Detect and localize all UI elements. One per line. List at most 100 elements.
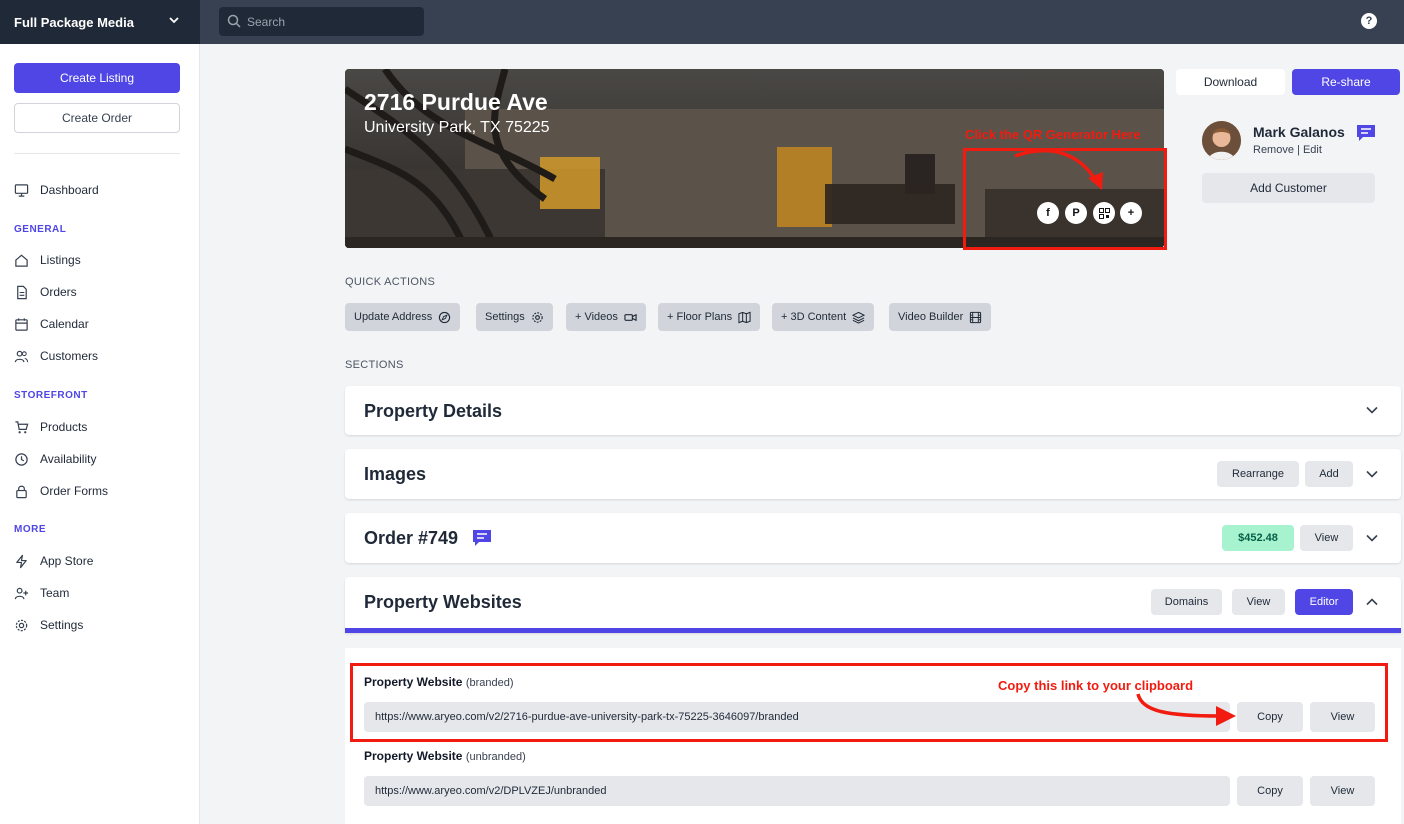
sidebar-item-label: Settings — [40, 618, 84, 632]
create-listing-button[interactable]: Create Listing — [14, 63, 180, 93]
sidebar-item-label: Team — [40, 586, 70, 600]
avatar — [1202, 121, 1241, 160]
lock-icon — [16, 485, 27, 498]
sidebar-item-orders[interactable]: Orders — [14, 282, 77, 302]
download-button[interactable]: Download — [1176, 69, 1285, 95]
sidebar-item-listings[interactable]: Listings — [14, 250, 81, 270]
users-icon — [14, 350, 29, 362]
sidebar-item-label: Customers — [40, 349, 99, 363]
sidebar-item-team[interactable]: Team — [14, 583, 69, 603]
order-price-badge: $452.48 — [1222, 525, 1294, 551]
gear-icon — [15, 619, 28, 631]
gear-icon — [532, 311, 543, 323]
add-floor-plans-button[interactable]: + Floor Plans — [658, 303, 761, 331]
qa-label: Update Address — [354, 311, 433, 323]
add-customer-button[interactable]: Add Customer — [1202, 173, 1375, 203]
unbranded-url-field[interactable]: https://www.aryeo.com/v2/DPLVZEJ/unbrand… — [364, 776, 1230, 806]
chevron-down-icon[interactable] — [1366, 534, 1378, 542]
nav-heading-general: GENERAL — [14, 224, 67, 235]
sidebar-divider — [14, 153, 180, 154]
section-title: Property Details — [364, 401, 503, 421]
quick-actions-heading: QUICK ACTIONS — [345, 276, 436, 288]
unbranded-tag: (unbranded) — [465, 751, 526, 763]
org-name: Full Package Media — [14, 14, 134, 30]
home-icon — [15, 254, 28, 267]
edit-customer-link[interactable]: Edit — [1303, 144, 1322, 156]
qa-label: + Videos — [575, 311, 618, 323]
add-3d-content-button[interactable]: + 3D Content — [772, 303, 875, 331]
search-placeholder: Search — [247, 14, 286, 29]
film-icon — [970, 311, 982, 323]
customer-name: Mark Galanos — [1253, 124, 1345, 140]
search-input[interactable]: Search — [219, 7, 424, 36]
user-plus-icon — [14, 587, 29, 599]
sidebar-item-label: App Store — [40, 554, 94, 568]
sidebar-item-availability[interactable]: Availability — [14, 449, 96, 469]
sidebar-item-calendar[interactable]: Calendar — [14, 314, 89, 334]
sidebar: Create Listing Create Order Dashboard GE… — [0, 44, 200, 824]
section-title: Images — [364, 464, 427, 484]
video-camera-icon — [624, 313, 637, 321]
cart-icon — [15, 420, 29, 433]
qa-label: + Floor Plans — [667, 311, 733, 323]
listing-address: 2716 Purdue Ave — [364, 89, 548, 115]
remove-customer-link[interactable]: Remove — [1253, 144, 1294, 156]
sections-heading: SECTIONS — [345, 359, 404, 371]
annotation-arrow-icon — [1014, 148, 1103, 190]
chevron-up-icon[interactable] — [1366, 598, 1378, 606]
compass-icon — [439, 311, 451, 323]
chevron-down-icon[interactable] — [1366, 406, 1378, 414]
sidebar-item-label: Products — [40, 420, 88, 434]
sidebar-item-app-store[interactable]: App Store — [14, 551, 93, 571]
lightning-icon — [16, 554, 27, 568]
qa-label: + 3D Content — [781, 311, 847, 323]
view-website-button[interactable]: View — [1232, 589, 1285, 615]
sidebar-item-customers[interactable]: Customers — [14, 346, 98, 366]
monitor-icon — [14, 183, 29, 197]
sidebar-item-label: Availability — [40, 452, 97, 466]
chat-icon[interactable] — [1356, 124, 1376, 142]
property-details-section[interactable]: Property Details — [345, 386, 1401, 435]
domains-button[interactable]: Domains — [1151, 589, 1222, 615]
add-images-button[interactable]: Add — [1305, 461, 1353, 487]
help-icon[interactable]: ? — [1361, 13, 1377, 29]
chevron-down-icon — [169, 17, 179, 24]
search-icon — [227, 14, 241, 28]
clock-icon — [15, 452, 28, 466]
view-order-button[interactable]: View — [1300, 525, 1353, 551]
top-bar: Full Package Media Search ? — [0, 0, 1404, 44]
org-switcher[interactable]: Full Package Media — [0, 0, 200, 44]
link-separator: | — [1297, 144, 1300, 156]
view-unbranded-button[interactable]: View — [1310, 776, 1375, 806]
sidebar-item-label: Orders — [40, 285, 77, 299]
qa-label: Settings — [485, 311, 525, 323]
chat-icon[interactable] — [472, 529, 492, 547]
sidebar-item-order-forms[interactable]: Order Forms — [14, 481, 108, 501]
sidebar-item-label: Dashboard — [40, 183, 99, 197]
sidebar-item-settings[interactable]: Settings — [14, 615, 83, 635]
nav-heading-more: MORE — [14, 524, 46, 535]
sidebar-item-products[interactable]: Products — [14, 417, 87, 437]
customer-links: Remove | Edit — [1253, 144, 1322, 156]
listing-city-line: University Park, TX 75225 — [364, 119, 550, 136]
property-websites-section[interactable]: Property Websites Domains View Editor — [345, 577, 1401, 633]
section-title: Order #749 — [364, 528, 459, 548]
sidebar-item-dashboard[interactable]: Dashboard — [14, 180, 99, 200]
settings-button[interactable]: Settings — [476, 303, 553, 331]
document-icon — [17, 285, 27, 299]
copy-unbranded-button[interactable]: Copy — [1237, 776, 1303, 806]
images-section[interactable]: Images Rearrange Add — [345, 449, 1401, 499]
sidebar-item-label: Listings — [40, 253, 81, 267]
chevron-down-icon[interactable] — [1366, 470, 1378, 478]
rearrange-button[interactable]: Rearrange — [1217, 461, 1299, 487]
editor-button[interactable]: Editor — [1295, 589, 1353, 615]
video-builder-button[interactable]: Video Builder — [889, 303, 992, 331]
update-address-button[interactable]: Update Address — [345, 303, 461, 331]
order-section[interactable]: Order #749 $452.48 View — [345, 513, 1401, 563]
sidebar-item-label: Calendar — [40, 317, 89, 331]
create-order-button[interactable]: Create Order — [14, 103, 180, 133]
add-videos-button[interactable]: + Videos — [566, 303, 646, 331]
map-icon — [738, 311, 751, 323]
reshare-button[interactable]: Re-share — [1292, 69, 1400, 95]
qr-annotation-text: Click the QR Generator Here — [965, 127, 1141, 142]
